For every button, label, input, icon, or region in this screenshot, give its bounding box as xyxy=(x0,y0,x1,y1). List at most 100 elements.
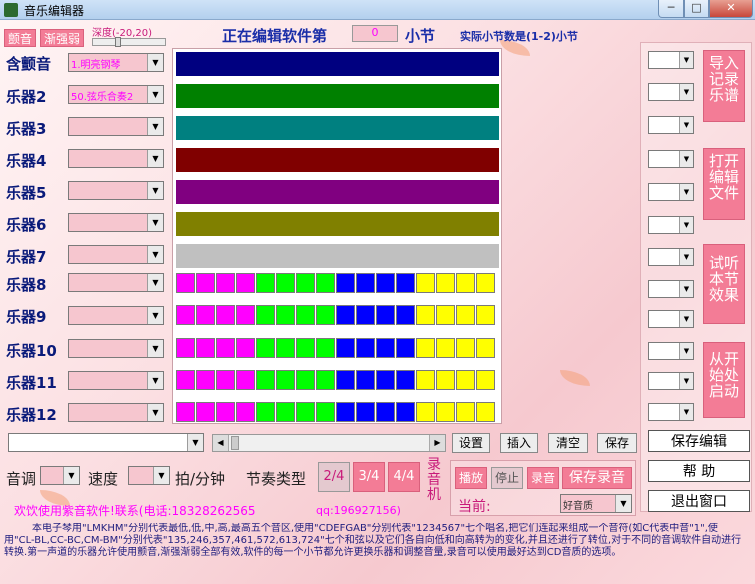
measure-input[interactable]: 0 xyxy=(352,25,398,42)
note-cell[interactable] xyxy=(356,338,375,358)
instrument-select[interactable]: ▼ xyxy=(68,371,164,390)
instrument-select[interactable]: ▼ xyxy=(68,181,164,200)
note-cell[interactable] xyxy=(256,305,275,325)
save-edit-button[interactable]: 保存编辑 xyxy=(648,430,750,452)
note-cell[interactable] xyxy=(176,305,195,325)
track-bar[interactable] xyxy=(176,212,499,236)
instrument-select[interactable]: ▼ xyxy=(68,213,164,232)
note-cell[interactable] xyxy=(316,402,335,422)
note-cell[interactable] xyxy=(376,338,395,358)
track-bar[interactable] xyxy=(176,148,499,172)
note-cell[interactable] xyxy=(416,370,435,390)
note-cell[interactable] xyxy=(256,370,275,390)
exit-button[interactable]: 退出窗口 xyxy=(648,490,750,512)
note-cell[interactable] xyxy=(316,273,335,293)
note-cell[interactable] xyxy=(296,402,315,422)
note-cell[interactable] xyxy=(416,305,435,325)
note-cell[interactable] xyxy=(176,370,195,390)
note-cell[interactable] xyxy=(456,305,475,325)
note-cell[interactable] xyxy=(316,338,335,358)
rhythm-option-3-4[interactable]: 3/4 xyxy=(353,462,385,492)
note-cell[interactable] xyxy=(256,402,275,422)
note-cell[interactable] xyxy=(236,370,255,390)
track-bar[interactable] xyxy=(176,244,499,268)
note-cell[interactable] xyxy=(276,338,295,358)
side-select[interactable]: ▼ xyxy=(648,150,694,168)
note-cell[interactable] xyxy=(256,273,275,293)
rhythm-option-2-4[interactable]: 2/4 xyxy=(318,462,350,492)
note-cell[interactable] xyxy=(276,402,295,422)
open-file-button[interactable]: 打开编辑文件 xyxy=(703,148,745,220)
scroll-right-icon[interactable]: ▶ xyxy=(429,435,445,451)
note-cell[interactable] xyxy=(416,273,435,293)
rhythm-option-4-4[interactable]: 4/4 xyxy=(388,462,420,492)
depth-slider-thumb[interactable] xyxy=(115,37,121,47)
side-select[interactable]: ▼ xyxy=(648,116,694,134)
track-bar[interactable] xyxy=(176,116,499,140)
side-select[interactable]: ▼ xyxy=(648,403,694,421)
track-bar[interactable] xyxy=(176,52,499,76)
side-select[interactable]: ▼ xyxy=(648,183,694,201)
track-bar[interactable] xyxy=(176,84,499,108)
note-cell[interactable] xyxy=(476,402,495,422)
save-recording-button[interactable]: 保存录音 xyxy=(562,467,632,489)
note-cell[interactable] xyxy=(276,273,295,293)
note-cell[interactable] xyxy=(396,370,415,390)
fade-button[interactable]: 渐强弱 xyxy=(40,29,84,47)
note-cell[interactable] xyxy=(356,273,375,293)
preview-measure-button[interactable]: 试听本节效果 xyxy=(703,244,745,324)
note-cell[interactable] xyxy=(396,305,415,325)
tone-select[interactable]: ▼ xyxy=(40,466,80,485)
quality-select[interactable]: 好音质 ▼ xyxy=(560,494,632,513)
side-select[interactable]: ▼ xyxy=(648,248,694,266)
speed-select[interactable]: ▼ xyxy=(128,466,170,485)
note-cell[interactable] xyxy=(436,273,455,293)
instrument-select[interactable]: ▼ xyxy=(68,273,164,292)
note-cell[interactable] xyxy=(176,402,195,422)
note-cell[interactable] xyxy=(476,305,495,325)
note-cell[interactable] xyxy=(216,338,235,358)
note-cell[interactable] xyxy=(296,305,315,325)
note-cell[interactable] xyxy=(336,370,355,390)
note-cell[interactable] xyxy=(176,338,195,358)
note-cell[interactable] xyxy=(216,305,235,325)
scroll-left-icon[interactable]: ◀ xyxy=(213,435,229,451)
minimize-button[interactable]: ─ xyxy=(658,0,684,18)
import-score-button[interactable]: 导入记录乐谱 xyxy=(703,50,745,122)
note-cell[interactable] xyxy=(436,370,455,390)
note-cell[interactable] xyxy=(216,273,235,293)
play-record-button[interactable]: 播放 xyxy=(455,467,487,489)
record-button[interactable]: 录音 xyxy=(527,467,559,489)
note-cell[interactable] xyxy=(456,338,475,358)
note-cell[interactable] xyxy=(196,305,215,325)
note-cell[interactable] xyxy=(436,305,455,325)
note-cell[interactable] xyxy=(376,273,395,293)
track-bar[interactable] xyxy=(176,180,499,204)
instrument-select[interactable]: 50.弦乐合奏2 ▼ xyxy=(68,85,164,104)
note-cell[interactable] xyxy=(296,273,315,293)
insert-button[interactable]: 插入 xyxy=(500,433,538,453)
scroll-thumb[interactable] xyxy=(231,436,239,450)
note-cell[interactable] xyxy=(236,273,255,293)
note-cell[interactable] xyxy=(296,370,315,390)
settings-button[interactable]: 设置 xyxy=(452,433,490,453)
note-cell[interactable] xyxy=(236,305,255,325)
note-cell[interactable] xyxy=(416,402,435,422)
side-select[interactable]: ▼ xyxy=(648,372,694,390)
note-cell[interactable] xyxy=(396,338,415,358)
note-cell[interactable] xyxy=(316,305,335,325)
instrument-select[interactable]: ▼ xyxy=(68,149,164,168)
note-cell[interactable] xyxy=(396,402,415,422)
maximize-button[interactable]: □ xyxy=(684,0,709,18)
note-cell[interactable] xyxy=(336,273,355,293)
note-cell[interactable] xyxy=(176,273,195,293)
close-button[interactable]: ✕ xyxy=(709,0,753,18)
note-cell[interactable] xyxy=(336,305,355,325)
note-cell[interactable] xyxy=(376,305,395,325)
instrument-select[interactable]: ▼ xyxy=(68,403,164,422)
note-cell[interactable] xyxy=(356,370,375,390)
note-cell[interactable] xyxy=(196,273,215,293)
note-cell[interactable] xyxy=(356,305,375,325)
note-cell[interactable] xyxy=(416,338,435,358)
depth-slider[interactable] xyxy=(92,37,166,47)
